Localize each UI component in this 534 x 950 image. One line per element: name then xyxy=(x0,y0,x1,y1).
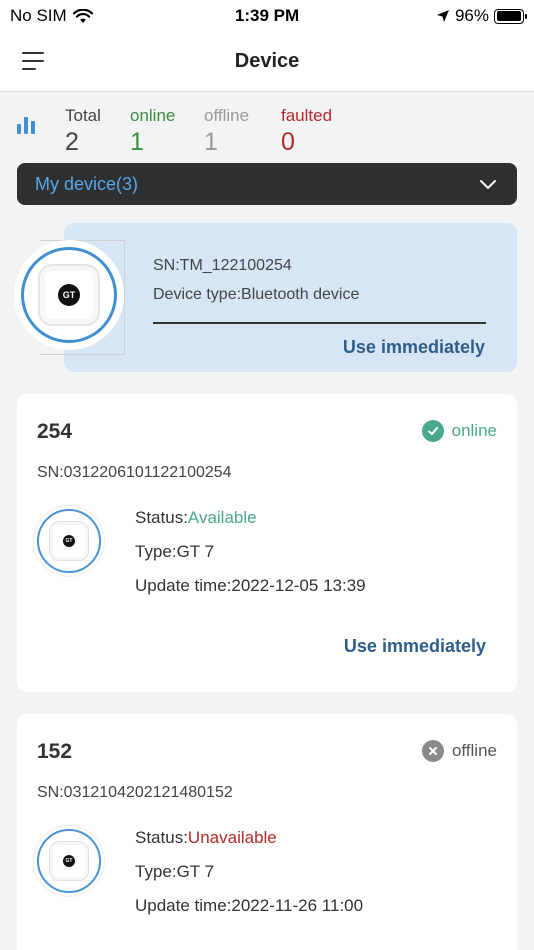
stat-faulted-label: faulted xyxy=(281,106,333,125)
stat-total-label: Total xyxy=(65,106,101,125)
stat-offline-label: offline xyxy=(204,106,250,125)
device-update-time: Update time:2022-11-26 11:00 xyxy=(135,896,364,915)
stat-online: online 1 xyxy=(130,106,175,157)
device-image: GT xyxy=(49,841,89,881)
status-prefix: Status: xyxy=(135,508,188,527)
gt-logo: GT xyxy=(63,855,75,867)
device-card[interactable]: 152 offline SN:0312104202121480152 GT St… xyxy=(17,714,517,950)
nav-header: Device xyxy=(0,32,534,92)
check-circle-icon xyxy=(421,420,444,442)
chevron-down-icon xyxy=(480,180,496,189)
x-circle-icon xyxy=(421,740,444,762)
status-value: Unavailable xyxy=(187,828,277,847)
device-availability: Status:Unavailable xyxy=(135,828,277,848)
device-selector-dropdown[interactable]: My device(3) xyxy=(17,163,517,205)
device-type: Type:GT 7 xyxy=(135,542,215,561)
stat-faulted: faulted 0 xyxy=(281,106,332,157)
device-update-time: Update time:2022-12-05 13:39 xyxy=(135,576,366,595)
device-availability: Status:Available xyxy=(135,508,257,528)
divider xyxy=(153,322,486,324)
device-status-text: online xyxy=(451,421,497,440)
device-avatar: GT xyxy=(37,829,101,893)
bar-chart-icon xyxy=(17,116,39,134)
stat-faulted-value: 0 xyxy=(281,128,295,156)
device-image: GT xyxy=(49,521,89,561)
stat-offline-value: 1 xyxy=(204,128,218,156)
status-right: 96% xyxy=(436,6,527,26)
gt-logo: GT xyxy=(63,535,75,547)
device-status: offline xyxy=(421,740,497,762)
device-avatar: GT xyxy=(37,509,101,573)
use-immediately-button[interactable]: Use immediately xyxy=(343,337,485,358)
device-image-ring: GT xyxy=(21,247,117,343)
use-immediately-button[interactable]: Use immediately xyxy=(344,636,486,657)
device-status-text: offline xyxy=(451,741,497,760)
stat-online-label: online xyxy=(130,106,176,125)
status-value: Available xyxy=(187,508,257,527)
page-title: Device xyxy=(234,50,300,72)
stat-total: Total 2 xyxy=(65,106,101,157)
status-prefix: Status: xyxy=(135,828,188,847)
device-name: 254 xyxy=(37,420,73,443)
battery-icon xyxy=(494,8,527,24)
status-bar: No SIM 1:39 PM 96% xyxy=(0,0,534,32)
device-selector-label: My device(3) xyxy=(35,174,139,194)
gt-logo: GT xyxy=(58,284,80,306)
battery-percent: 96% xyxy=(454,6,489,25)
device-card[interactable]: 254 online SN:0312206101122100254 GT Sta… xyxy=(17,394,517,692)
bluetooth-device-avatar: GT xyxy=(14,240,124,350)
device-name: 152 xyxy=(37,740,73,763)
stat-offline: offline 1 xyxy=(204,106,249,157)
device-sn: SN:0312104202121480152 xyxy=(37,784,233,801)
bluetooth-device-sn: SN:TM_122100254 xyxy=(153,257,292,274)
battery-fill xyxy=(496,11,521,21)
device-sn: SN:0312206101122100254 xyxy=(37,464,232,481)
bluetooth-device-type: Device type:Bluetooth device xyxy=(153,286,360,303)
device-status: online xyxy=(421,420,497,442)
location-arrow-icon xyxy=(436,10,449,22)
device-image: GT xyxy=(38,264,100,326)
device-stats: Total 2 online 1 offline 1 faulted 0 xyxy=(0,92,534,162)
stat-total-value: 2 xyxy=(65,128,79,156)
device-type: Type:GT 7 xyxy=(135,862,215,881)
stat-online-value: 1 xyxy=(130,128,144,156)
